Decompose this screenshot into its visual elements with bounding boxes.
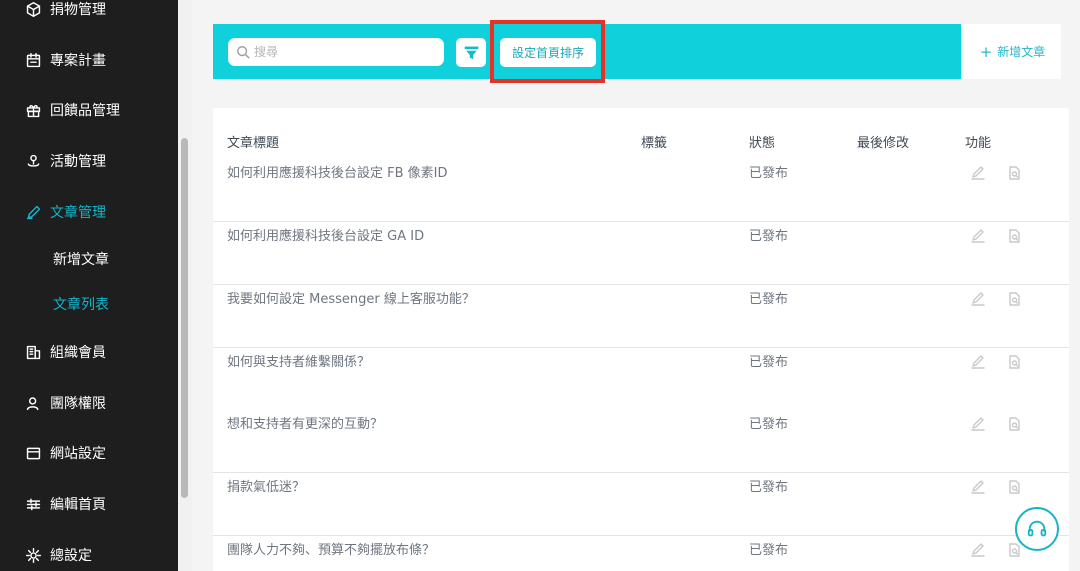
set-homepage-order-button[interactable]: 設定首頁排序 (500, 38, 596, 67)
column-header-modified[interactable]: 最後修改 (857, 132, 909, 151)
browser-icon (24, 444, 42, 462)
article-status: 已發布 (749, 355, 789, 370)
preview-icon[interactable] (1006, 479, 1024, 497)
preview-icon[interactable] (1006, 354, 1024, 372)
filter-icon (464, 46, 478, 60)
event-icon (24, 152, 42, 170)
building-icon (24, 343, 42, 361)
customer-support-button[interactable] (1015, 507, 1059, 551)
search-input[interactable] (254, 45, 434, 59)
sidebar-item-label: 編輯首頁 (50, 497, 106, 513)
column-header-title[interactable]: 文章標題 (227, 132, 279, 151)
edit-icon[interactable] (970, 228, 988, 246)
sidebar-item-label: 專案計畫 (50, 53, 106, 69)
calendar-icon (24, 51, 42, 69)
preview-icon[interactable] (1006, 165, 1024, 183)
article-title[interactable]: 如何利用應援科技後台設定 GA ID (227, 222, 424, 252)
article-title[interactable]: 如何與支持者維繫關係？ (227, 348, 370, 378)
sidebar-scrollbar-thumb[interactable] (181, 138, 188, 498)
table-row[interactable]: 如何利用應援科技後台設定 GA ID 已發布 (213, 222, 1069, 285)
sidebar: 捐物管理 專案計畫 回饋品管理 活動管理 文章管理 新增文章 文章列表 組織會員… (0, 0, 178, 571)
article-status: 已發布 (749, 480, 789, 495)
edit-icon[interactable] (970, 542, 988, 560)
column-header-status[interactable]: 狀態 (749, 132, 775, 151)
search-box (228, 38, 444, 66)
sliders-icon (24, 495, 42, 513)
add-article-button[interactable]: + 新增文章 (964, 24, 1061, 79)
article-title[interactable]: 如何利用應援科技後台設定 FB 像素ID (227, 159, 448, 189)
table-row[interactable]: 想和支持者有更深的互動？ 已發布 (213, 410, 1069, 473)
edit-icon[interactable] (970, 354, 988, 372)
sidebar-item-label: 捐物管理 (50, 2, 106, 18)
article-status: 已發布 (749, 417, 789, 432)
sidebar-item-donations[interactable]: 捐物管理 (0, 0, 178, 27)
column-header-tags[interactable]: 標籤 (641, 132, 667, 151)
sidebar-item-homepage[interactable]: 編輯首頁 (0, 486, 178, 522)
sidebar-item-members[interactable]: 組織會員 (0, 334, 178, 370)
pen-icon (24, 203, 42, 221)
edit-icon[interactable] (970, 416, 988, 434)
article-title[interactable]: 捐款氣低迷？ (227, 473, 305, 503)
sidebar-item-rewards[interactable]: 回饋品管理 (0, 92, 178, 128)
table-row[interactable]: 我要如何設定 Messenger 線上客服功能？ 已發布 (213, 285, 1069, 348)
table-row[interactable]: 如何與支持者維繫關係？ 已發布 (213, 348, 1069, 411)
gear-icon (24, 546, 42, 564)
preview-icon[interactable] (1006, 291, 1024, 309)
table-row[interactable]: 團隊人力不夠、預算不夠擺放布條？ 已發布 (213, 536, 1069, 571)
article-title[interactable]: 想和支持者有更深的互動？ (227, 410, 383, 440)
edit-icon[interactable] (970, 165, 988, 183)
gift-icon (24, 101, 42, 119)
user-icon (24, 394, 42, 412)
sidebar-item-label: 活動管理 (50, 154, 106, 170)
table-row[interactable]: 如何利用應援科技後台設定 FB 像素ID 已發布 (213, 159, 1069, 222)
article-status: 已發布 (749, 229, 789, 244)
sidebar-item-label: 網站設定 (50, 446, 106, 462)
edit-icon[interactable] (970, 479, 988, 497)
article-status: 已發布 (749, 292, 789, 307)
sidebar-subitem-article-list[interactable]: 文章列表 (53, 290, 109, 318)
add-article-label: 新增文章 (997, 45, 1046, 59)
sidebar-item-website[interactable]: 網站設定 (0, 435, 178, 471)
article-title[interactable]: 團隊人力不夠、預算不夠擺放布條？ (227, 536, 435, 566)
sidebar-item-team[interactable]: 團隊權限 (0, 385, 178, 421)
preview-icon[interactable] (1006, 416, 1024, 434)
sidebar-item-label: 總設定 (50, 548, 92, 564)
preview-icon[interactable] (1006, 228, 1024, 246)
sidebar-item-events[interactable]: 活動管理 (0, 143, 178, 179)
sidebar-item-label: 團隊權限 (50, 396, 106, 412)
article-status: 已發布 (749, 166, 789, 181)
article-title[interactable]: 我要如何設定 Messenger 線上客服功能？ (227, 285, 475, 315)
sidebar-subitem-new-article[interactable]: 新增文章 (53, 245, 109, 273)
filter-button[interactable] (456, 38, 486, 67)
table-row[interactable]: 捐款氣低迷？ 已發布 (213, 473, 1069, 536)
sidebar-item-projects[interactable]: 專案計畫 (0, 42, 178, 78)
search-icon (237, 46, 250, 59)
sidebar-item-settings[interactable]: 總設定 (0, 537, 178, 571)
headset-icon (1027, 520, 1047, 537)
plus-icon: + (979, 42, 993, 61)
sidebar-item-label: 文章管理 (50, 205, 106, 221)
sidebar-item-label: 回饋品管理 (50, 103, 120, 119)
sidebar-item-articles[interactable]: 文章管理 (0, 194, 178, 230)
box-icon (24, 0, 42, 18)
article-status: 已發布 (749, 543, 789, 558)
column-header-actions: 功能 (965, 136, 992, 151)
sidebar-item-label: 組織會員 (50, 345, 106, 361)
edit-icon[interactable] (970, 291, 988, 309)
